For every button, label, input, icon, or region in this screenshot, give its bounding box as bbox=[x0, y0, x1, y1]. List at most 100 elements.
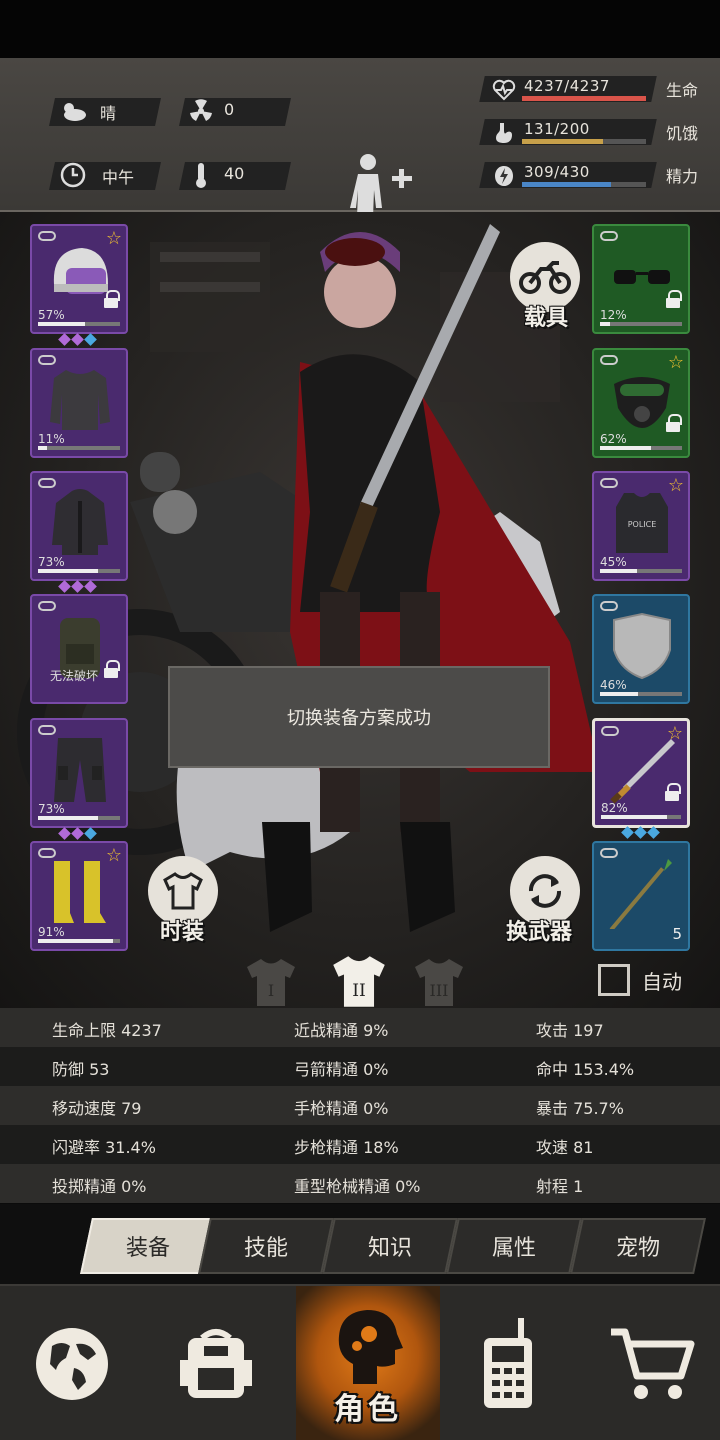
slot-backpack[interactable]: 无法破坏 bbox=[30, 594, 128, 704]
slot-boots[interactable]: ☆ 91% bbox=[30, 841, 128, 951]
vehicle-label: 载具 bbox=[524, 306, 569, 331]
stat-cell: 防御 53 bbox=[52, 1060, 110, 1079]
auto-label: 自动 bbox=[642, 970, 682, 994]
hunger-bar-fill bbox=[522, 139, 604, 144]
nav-world-map[interactable] bbox=[0, 1286, 144, 1440]
health-label: 生命 bbox=[665, 81, 698, 100]
fashion-label: 时装 bbox=[160, 920, 205, 945]
slot-mask[interactable]: ☆ 62% bbox=[592, 348, 690, 458]
stats-row: 闪避率 31.4% 步枪精通 18% 攻速 81 bbox=[0, 1125, 720, 1164]
nav-radio[interactable] bbox=[436, 1286, 580, 1440]
thermometer-icon bbox=[186, 160, 216, 190]
hunger-stat: 131/200 饥饿 bbox=[479, 115, 704, 149]
cloud-sun-icon bbox=[58, 96, 88, 126]
stat-cell: 弓箭精通 0% bbox=[294, 1060, 389, 1079]
star-icon: ☆ bbox=[667, 352, 684, 373]
switch-weapon-label: 换武器 bbox=[506, 920, 573, 945]
stat-cell: 近战精通 9% bbox=[294, 1021, 389, 1040]
auto-checkbox[interactable] bbox=[598, 964, 630, 996]
lock-icon bbox=[104, 290, 120, 310]
tab-equipment[interactable]: 装备 bbox=[80, 1218, 216, 1274]
durability-percent: 45% bbox=[600, 555, 627, 569]
durability-percent: 91% bbox=[38, 925, 65, 939]
nav-character[interactable]: 角色 bbox=[296, 1286, 440, 1440]
durability-bar bbox=[600, 692, 682, 696]
gem-icon bbox=[621, 826, 634, 839]
durability-bar bbox=[600, 569, 682, 573]
health-value: 4237/4237 bbox=[524, 77, 610, 95]
time-of-day: 中午 bbox=[102, 168, 135, 187]
gem-icon bbox=[71, 333, 84, 346]
character-head-icon bbox=[338, 1310, 403, 1384]
heart-pulse-icon bbox=[492, 79, 516, 101]
tab-knowledge[interactable]: 知识 bbox=[322, 1218, 458, 1274]
durability-bar bbox=[38, 939, 120, 943]
tshirt-icon bbox=[163, 872, 203, 910]
slot-shirt[interactable]: 11% bbox=[30, 348, 128, 458]
tab-skills[interactable]: 技能 bbox=[198, 1218, 334, 1274]
star-icon: ☆ bbox=[667, 475, 684, 496]
durability-percent: 82% bbox=[601, 801, 628, 815]
durability-bar bbox=[38, 816, 120, 820]
tab-pets[interactable]: 宠物 bbox=[570, 1218, 706, 1274]
energy-bar-fill bbox=[522, 182, 612, 187]
gem-icon bbox=[71, 580, 84, 593]
durability-bar bbox=[38, 569, 120, 573]
lock-icon bbox=[104, 660, 120, 680]
slot-coat[interactable]: 73% bbox=[30, 471, 128, 593]
loadout-shirt-icon: II bbox=[333, 956, 385, 1007]
loadout-1-numeral: I bbox=[268, 981, 274, 1000]
loadout-tab-1[interactable]: I bbox=[244, 956, 298, 1008]
loadout-2-numeral: II bbox=[352, 981, 366, 1001]
gem-sockets bbox=[58, 333, 97, 346]
star-icon: ☆ bbox=[105, 228, 122, 249]
tab-attributes[interactable]: 属性 bbox=[446, 1218, 582, 1274]
slot-helmet[interactable]: ☆ 57% bbox=[30, 224, 128, 346]
loadout-tab-2[interactable]: II bbox=[330, 952, 388, 1008]
energy-label: 精力 bbox=[665, 167, 698, 186]
slot-glasses[interactable]: 12% bbox=[592, 224, 690, 334]
durability-percent: 12% bbox=[600, 308, 627, 322]
gem-icon bbox=[71, 827, 84, 840]
durability-bar bbox=[38, 446, 120, 450]
star-icon: ☆ bbox=[105, 845, 122, 866]
lock-icon bbox=[666, 414, 682, 434]
hunger-value: 131/200 bbox=[524, 120, 590, 138]
stats-row: 生命上限 4237 近战精通 9% 攻击 197 bbox=[0, 1008, 720, 1047]
energy-bolt-icon bbox=[495, 166, 513, 186]
health-stat: 4237/4237 生命 bbox=[479, 72, 704, 106]
durability-percent: 73% bbox=[38, 555, 65, 569]
gem-icon bbox=[84, 333, 97, 346]
gem-sockets bbox=[58, 580, 97, 593]
slot-vest[interactable]: POLICE ☆ 45% bbox=[592, 471, 690, 581]
stat-cell: 命中 153.4% bbox=[536, 1060, 635, 1079]
status-panel: 晴 0 中午 40 4237/4237 生命 131/200 饥饿 309/43… bbox=[0, 58, 720, 246]
character-scene: ☆ 57% 11% 73% 无法破坏 73% ☆ 91% 12% ☆ 62% POLI… bbox=[0, 212, 720, 1008]
star-icon: ☆ bbox=[666, 723, 683, 744]
nav-inventory[interactable] bbox=[144, 1286, 288, 1440]
gem-icon bbox=[84, 827, 97, 840]
gem-sockets bbox=[621, 826, 660, 839]
loadout-tab-3[interactable]: III bbox=[412, 956, 466, 1008]
stat-cell: 步枪精通 18% bbox=[294, 1138, 399, 1157]
slot-spear[interactable]: 5 bbox=[592, 841, 690, 951]
stomach-icon bbox=[496, 123, 512, 143]
radiation-icon bbox=[186, 96, 216, 126]
slot-pants[interactable]: 73% bbox=[30, 718, 128, 840]
durability-percent: 73% bbox=[38, 802, 65, 816]
motorcycle-icon bbox=[519, 261, 571, 294]
temperature-value: 40 bbox=[224, 164, 245, 183]
durability-bar bbox=[38, 322, 120, 326]
unbreakable-note: 无法破坏 bbox=[50, 669, 99, 683]
walkie-talkie-icon bbox=[484, 1318, 532, 1408]
nav-character-label: 角色 bbox=[334, 1392, 402, 1427]
weather-text: 晴 bbox=[100, 104, 117, 123]
slot-sword[interactable]: ☆ 82% bbox=[592, 718, 690, 839]
shopping-cart-icon bbox=[611, 1328, 695, 1399]
nav-shop[interactable] bbox=[580, 1286, 720, 1440]
slot-shield[interactable]: 46% bbox=[592, 594, 690, 704]
durability-bar bbox=[600, 446, 682, 450]
lock-icon bbox=[665, 783, 681, 803]
radiation-value: 0 bbox=[224, 100, 235, 119]
stat-cell: 移动速度 79 bbox=[52, 1099, 142, 1118]
